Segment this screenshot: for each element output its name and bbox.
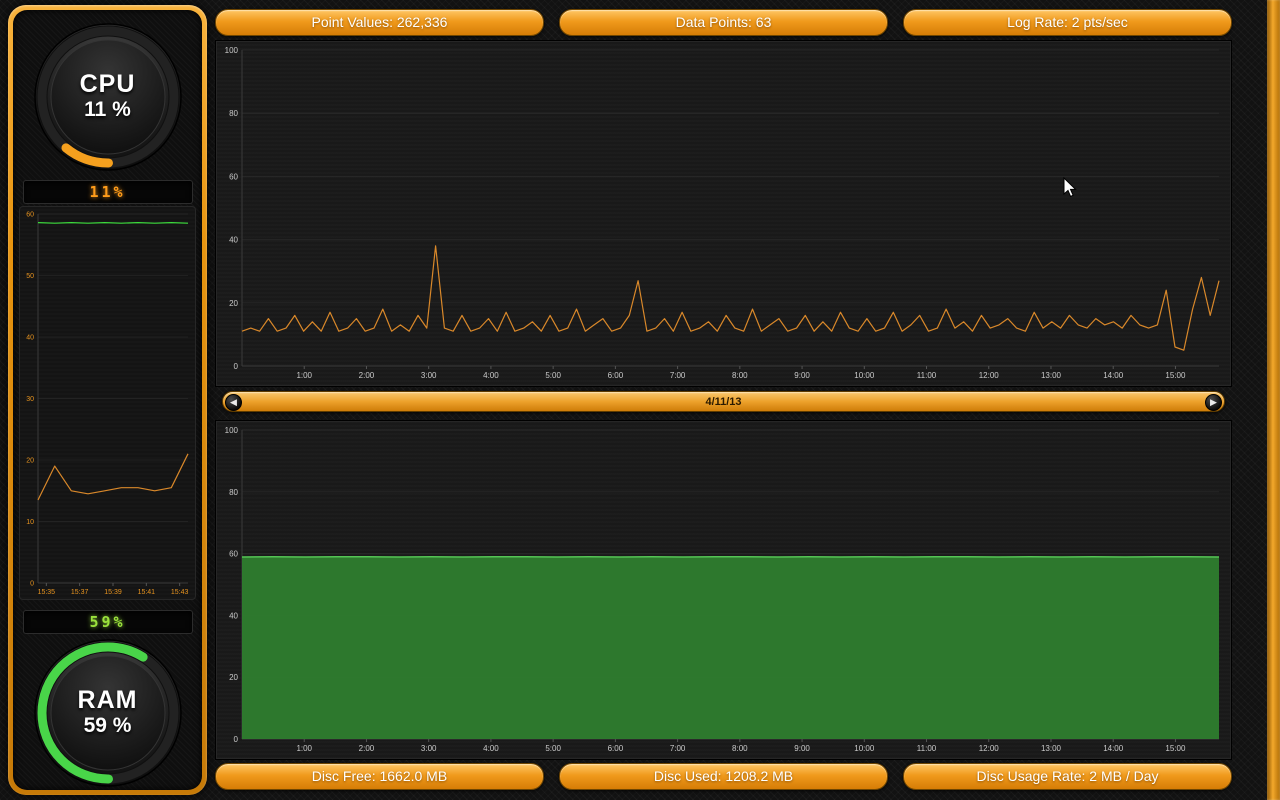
svg-text:10:00: 10:00: [854, 744, 875, 753]
svg-text:40: 40: [229, 236, 238, 245]
svg-text:0: 0: [234, 735, 239, 744]
svg-text:20: 20: [229, 299, 238, 308]
svg-text:15:39: 15:39: [104, 589, 122, 596]
svg-text:3:00: 3:00: [421, 371, 437, 380]
svg-text:40: 40: [26, 335, 34, 342]
svg-text:0: 0: [234, 362, 239, 371]
svg-text:40: 40: [229, 611, 238, 620]
cpu-history-plot: 0 20 40 60 80 100 1:00 2:00 3:00 4:00 5:00 6:00 7:00…: [216, 41, 1231, 386]
sidebar-usage-chart: 0 10 20 30 40 50 60 15:35 15:37 15:39 15:41 15:43: [19, 206, 196, 600]
svg-text:2:00: 2:00: [359, 371, 375, 380]
svg-text:5:00: 5:00: [545, 371, 561, 380]
disc-usage-rate-badge: Disc Usage Rate: 2 MB / Day: [903, 763, 1232, 790]
log-rate-badge: Log Rate: 2 pts/sec: [903, 9, 1232, 36]
svg-text:7:00: 7:00: [670, 744, 686, 753]
svg-text:15:43: 15:43: [171, 589, 189, 596]
svg-text:4:00: 4:00: [483, 371, 499, 380]
svg-text:9:00: 9:00: [794, 371, 810, 380]
svg-text:14:00: 14:00: [1103, 744, 1124, 753]
scroll-right-button[interactable]: ▶: [1205, 394, 1222, 411]
svg-text:50: 50: [26, 273, 34, 280]
svg-text:9:00: 9:00: [794, 744, 810, 753]
svg-text:12:00: 12:00: [979, 744, 1000, 753]
svg-text:15:00: 15:00: [1165, 371, 1186, 380]
svg-text:15:35: 15:35: [38, 589, 56, 596]
svg-text:11:00: 11:00: [917, 371, 937, 380]
scroll-left-button[interactable]: ◀: [225, 394, 242, 411]
scrollbar-date-label: 4/11/13: [705, 396, 741, 408]
svg-text:100: 100: [225, 46, 239, 55]
svg-text:13:00: 13:00: [1041, 371, 1062, 380]
sidebar-usage-plot: 0 10 20 30 40 50 60 15:35 15:37 15:39 15:41 15:43: [20, 207, 195, 599]
svg-text:13:00: 13:00: [1041, 744, 1062, 753]
svg-text:10: 10: [26, 519, 34, 526]
svg-text:60: 60: [229, 172, 238, 181]
svg-text:0: 0: [30, 581, 34, 588]
svg-text:15:00: 15:00: [1165, 744, 1186, 753]
svg-text:100: 100: [225, 426, 239, 435]
svg-text:15:41: 15:41: [138, 589, 156, 596]
disc-free-badge: Disc Free: 1662.0 MB: [215, 763, 544, 790]
top-stats-row: Point Values: 262,336 Data Points: 63 Lo…: [215, 9, 1232, 36]
svg-text:2:00: 2:00: [359, 744, 375, 753]
svg-text:12:00: 12:00: [979, 371, 1000, 380]
system-monitor-dashboard: CPU 11 % 11% 0 10 20 30 40 50 60 15:35 15:37 15:3…: [0, 0, 1280, 800]
svg-text:14:00: 14:00: [1103, 371, 1124, 380]
svg-text:80: 80: [229, 488, 238, 497]
svg-text:5:00: 5:00: [545, 744, 561, 753]
svg-text:1:00: 1:00: [296, 744, 312, 753]
svg-text:11:00: 11:00: [917, 744, 937, 753]
svg-text:6:00: 6:00: [608, 371, 624, 380]
svg-text:6:00: 6:00: [608, 744, 624, 753]
point-values-badge: Point Values: 262,336: [215, 9, 544, 36]
svg-text:30: 30: [26, 396, 34, 403]
svg-text:20: 20: [26, 458, 34, 465]
svg-text:1:00: 1:00: [296, 371, 312, 380]
cpu-lcd-readout: 11%: [23, 180, 193, 204]
svg-text:80: 80: [229, 109, 238, 118]
right-accent-strip: [1267, 0, 1280, 800]
svg-text:20: 20: [229, 673, 238, 682]
svg-text:8:00: 8:00: [732, 744, 748, 753]
svg-text:60: 60: [26, 212, 34, 219]
bottom-stats-row: Disc Free: 1662.0 MB Disc Used: 1208.2 M…: [215, 763, 1232, 790]
disc-history-chart-panel: 0 20 40 60 80 100 1:00 2:00 3:00 4:00 5:00 6:00 7:00…: [215, 420, 1232, 760]
data-points-badge: Data Points: 63: [559, 9, 888, 36]
svg-text:15:37: 15:37: [71, 589, 89, 596]
svg-text:3:00: 3:00: [421, 744, 437, 753]
svg-text:7:00: 7:00: [670, 371, 686, 380]
cpu-history-chart-panel: 0 20 40 60 80 100 1:00 2:00 3:00 4:00 5:00 6:00 7:00…: [215, 40, 1232, 387]
time-scrollbar[interactable]: ◀ 4/11/13 ▶: [222, 391, 1225, 412]
disc-used-badge: Disc Used: 1208.2 MB: [559, 763, 888, 790]
cpu-gauge: CPU 11 %: [33, 22, 183, 172]
disc-history-plot: 0 20 40 60 80 100 1:00 2:00 3:00 4:00 5:00 6:00 7:00…: [216, 421, 1231, 759]
ram-gauge: RAM 59 %: [33, 638, 183, 788]
svg-text:60: 60: [229, 550, 238, 559]
svg-text:8:00: 8:00: [732, 371, 748, 380]
sidebar: CPU 11 % 11% 0 10 20 30 40 50 60 15:35 15:37 15:3…: [8, 5, 207, 795]
svg-text:4:00: 4:00: [483, 744, 499, 753]
sidebar-panel: CPU 11 % 11% 0 10 20 30 40 50 60 15:35 15:37 15:3…: [13, 10, 202, 790]
ram-lcd-readout: 59%: [23, 610, 193, 634]
svg-text:10:00: 10:00: [854, 371, 875, 380]
